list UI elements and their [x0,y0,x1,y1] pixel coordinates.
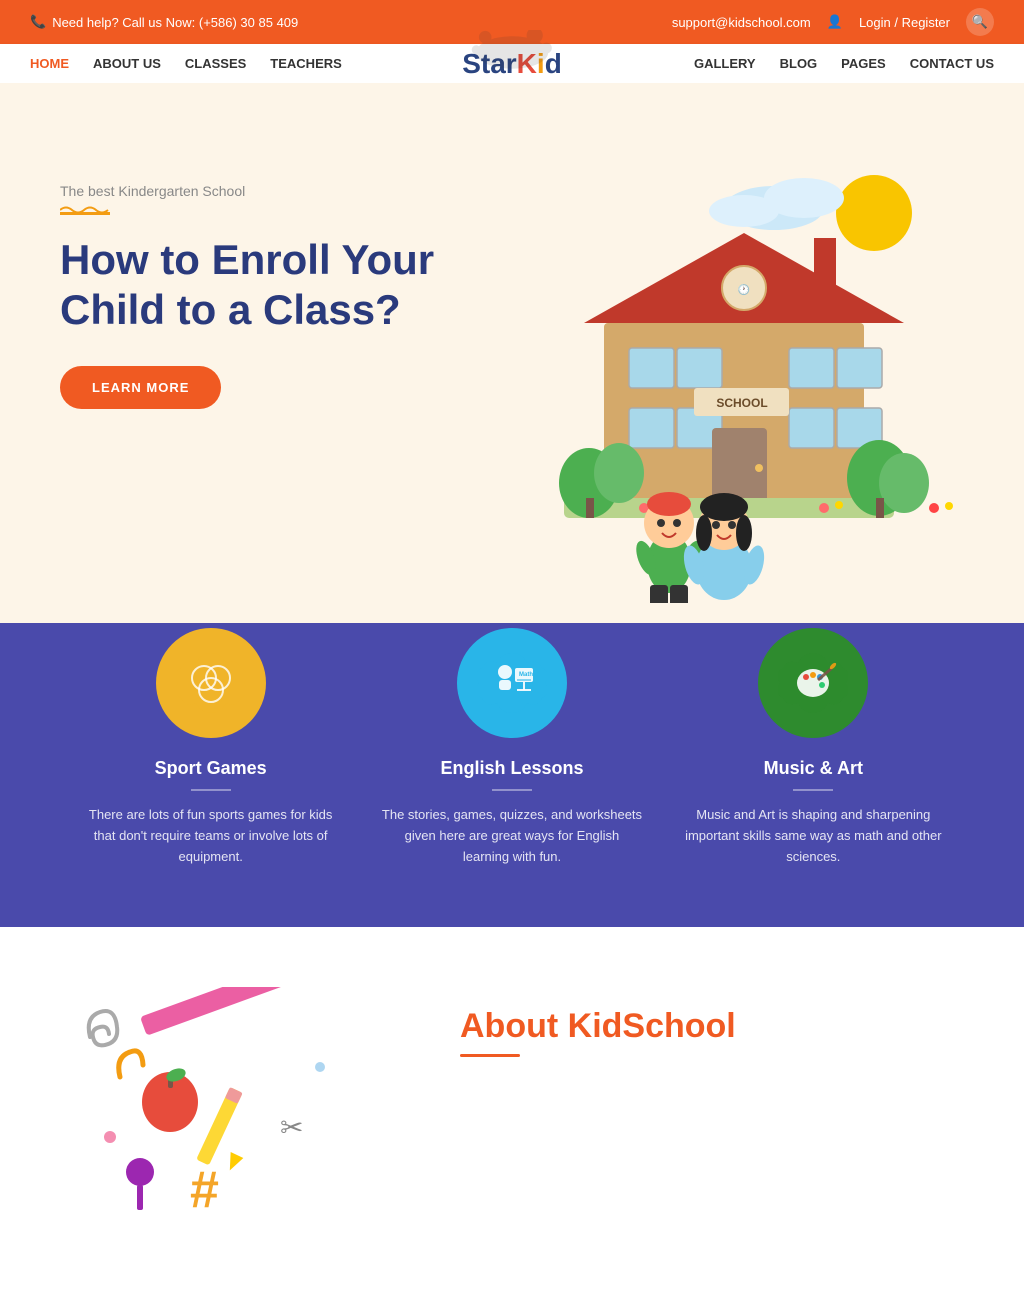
about-underline [460,1054,520,1057]
about-section: # ✂ About KidSchool [0,927,1024,1307]
nav-pages[interactable]: PAGES [841,56,886,71]
sport-icon-wrap [156,628,266,738]
about-text: About KidSchool [460,987,964,1075]
top-bar-left: 📞 Need help? Call us Now: (+586) 30 85 4… [30,14,298,30]
feature-sport: Sport Games There are lots of fun sports… [60,683,361,867]
about-title-prefix: About [460,1007,568,1045]
hero-subtitle: The best Kindergarten School [60,183,467,199]
sport-icon [176,648,246,718]
top-bar-right: support@kidschool.com 👤 Login / Register… [672,8,994,36]
features-section: Sport Games There are lots of fun sports… [0,623,1024,927]
feature-english: Math English Lessons The stories, games,… [361,683,662,867]
hero-title: How to Enroll Your Child to a Class? [60,235,467,336]
user-icon: 👤 [827,14,843,30]
hero-section: The best Kindergarten School How to Enro… [0,83,1024,623]
nav-left: HOME ABOUT US CLASSES TEACHERS [30,56,342,71]
about-title: About KidSchool [460,1007,964,1046]
nav-about[interactable]: ABOUT US [93,56,161,71]
music-divider [793,789,833,791]
about-illustration: # ✂ [60,987,400,1247]
svg-text:SCHOOL: SCHOOL [716,396,767,410]
nav-right: GALLERY BLOG PAGES CONTACT US [694,56,994,71]
school-svg: 🕐 SCHOOL [484,153,964,603]
hero-wavy-decoration [60,207,110,215]
sport-desc: There are lots of fun sports games for k… [80,805,341,867]
svg-text:🕐: 🕐 [738,283,750,296]
nav-gallery[interactable]: GALLERY [694,56,756,71]
english-desc: The stories, games, quizzes, and workshe… [381,805,642,867]
phone-icon: 📞 [30,14,46,30]
nav-contact[interactable]: CONTACT US [910,56,994,71]
about-svg: # ✂ [60,987,400,1247]
nav-classes[interactable]: CLASSES [185,56,246,71]
svg-text:#: # [190,1161,219,1219]
email-text: support@kidschool.com [672,15,811,30]
hero-illustration: 🕐 SCHOOL [484,143,964,603]
nav-blog[interactable]: BLOG [780,56,818,71]
nav-home[interactable]: HOME [30,56,69,71]
music-desc: Music and Art is shaping and sharpening … [683,805,944,867]
login-text[interactable]: Login / Register [859,15,950,30]
music-icon-wrap [758,628,868,738]
feature-music: Music & Art Music and Art is shaping and… [663,683,964,867]
sport-title: Sport Games [80,758,341,779]
about-title-highlight: KidSchool [568,1007,736,1045]
hero-text: The best Kindergarten School How to Enro… [60,143,467,409]
sport-divider [191,789,231,791]
header: HOME ABOUT US CLASSES TEACHERS StarKid G… [0,44,1024,83]
english-title: English Lessons [381,758,642,779]
english-divider [492,789,532,791]
nav-teachers[interactable]: TEACHERS [270,56,342,71]
english-icon-wrap: Math [457,628,567,738]
music-title: Music & Art [683,758,944,779]
phone-text: Need help? Call us Now: (+586) 30 85 409 [52,15,298,30]
search-button[interactable]: 🔍 [966,8,994,36]
svg-text:✂: ✂ [280,1112,303,1143]
svg-text:Math: Math [519,672,533,678]
learn-more-button[interactable]: LEARN MORE [60,366,221,409]
site-logo[interactable]: StarKid [462,48,562,80]
english-icon: Math [477,648,547,718]
music-icon [778,648,848,718]
